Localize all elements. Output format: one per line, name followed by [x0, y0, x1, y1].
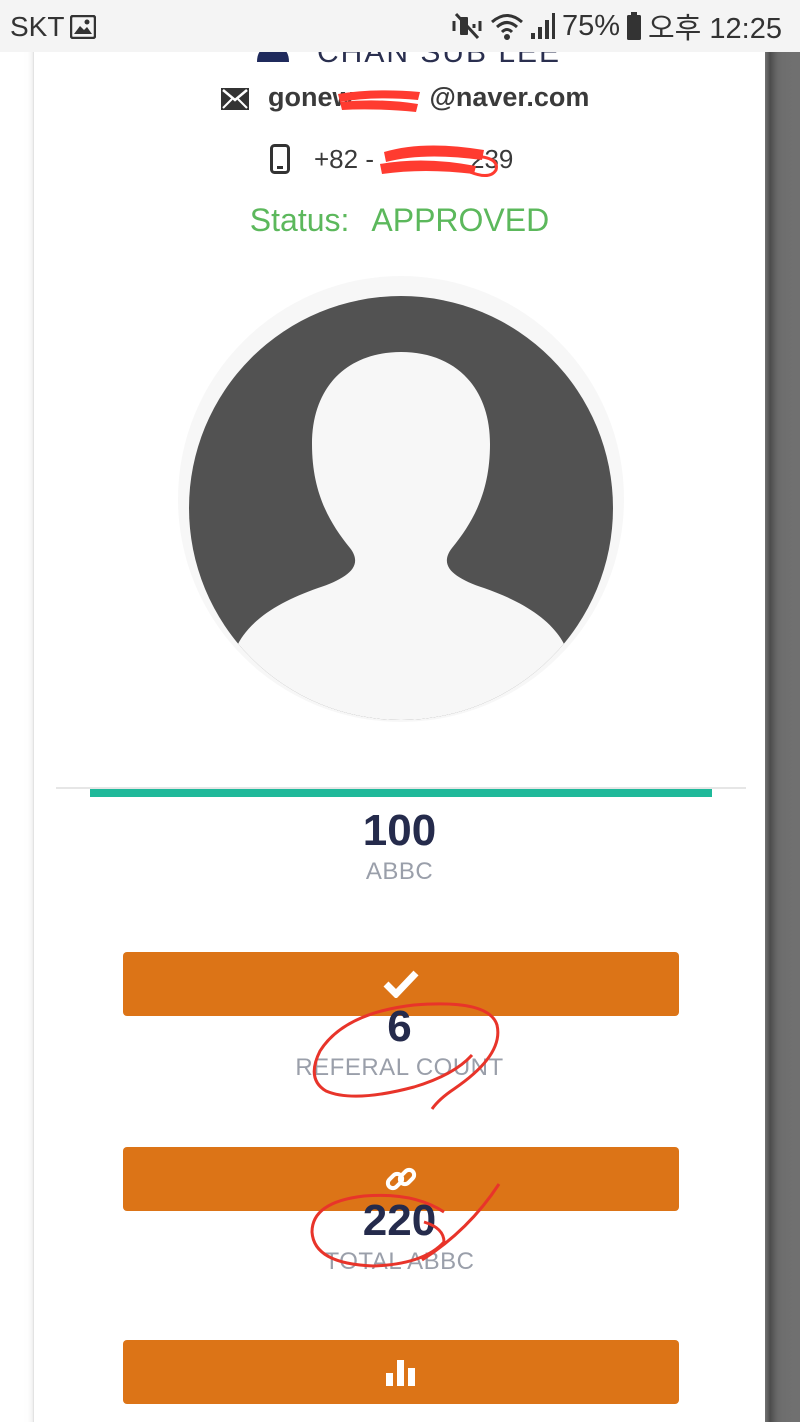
progress-bar: [90, 789, 712, 797]
mute-icon: [452, 11, 484, 41]
link-icon: [385, 1167, 417, 1191]
stat-label: REFERAL COUNT: [295, 1054, 504, 1081]
user-email: gonew @naver.com: [268, 82, 589, 113]
email-row: gonew @naver.com: [34, 76, 765, 120]
stat-label: ABBC: [365, 858, 434, 885]
profile-card: CHAN SUB LEE gonew @naver.com +82 - 239 …: [33, 52, 765, 1422]
stat-value: 100: [362, 806, 437, 855]
signal-icon: [530, 11, 556, 41]
status-indicators: 75% 오후 12:25: [452, 9, 782, 45]
phone-row: +82 -239: [34, 138, 765, 182]
phone-redaction-mark: [380, 145, 498, 177]
clock: 오후 12:25: [648, 13, 782, 45]
gallery-notification-icon: [69, 14, 97, 44]
wifi-icon: [490, 11, 524, 41]
battery-icon: [626, 11, 642, 41]
default-avatar-icon: [189, 296, 613, 720]
status-bar: SKT 75% 오후 12:25: [0, 0, 800, 52]
stat-abbc: 100 ABBC: [34, 806, 765, 886]
envelope-icon: [221, 88, 249, 115]
mobile-phone-icon: [270, 144, 290, 179]
checkmark-icon: [383, 970, 419, 998]
stat-label: TOTAL ABBC: [324, 1248, 475, 1275]
email-redaction-mark: [338, 90, 420, 112]
stat-total-abbc: 220 TOTAL ABBC: [34, 1196, 765, 1276]
stat-value: 6: [387, 1002, 412, 1051]
carrier-name: SKT: [10, 11, 65, 42]
status-label: Status:: [249, 202, 350, 238]
name-row: CHAN SUB LEE: [34, 52, 765, 69]
user-icon: [254, 52, 292, 67]
stat-referral-count: 6 REFERAL COUNT: [34, 1002, 765, 1082]
email-suffix: @naver.com: [429, 82, 590, 112]
approval-status: Status: APPROVED: [34, 202, 765, 239]
avatar[interactable]: [178, 276, 624, 722]
stat-value: 220: [362, 1196, 437, 1245]
status-value: APPROVED: [371, 202, 550, 238]
battery-percentage: 75%: [561, 9, 620, 42]
statistics-button[interactable]: [123, 1340, 679, 1404]
bar-chart-icon: [386, 1360, 415, 1386]
page-content: CHAN SUB LEE gonew @naver.com +82 - 239 …: [0, 52, 800, 1422]
user-name: CHAN SUB LEE: [317, 52, 562, 69]
phone-prefix: +82 -: [314, 144, 374, 174]
